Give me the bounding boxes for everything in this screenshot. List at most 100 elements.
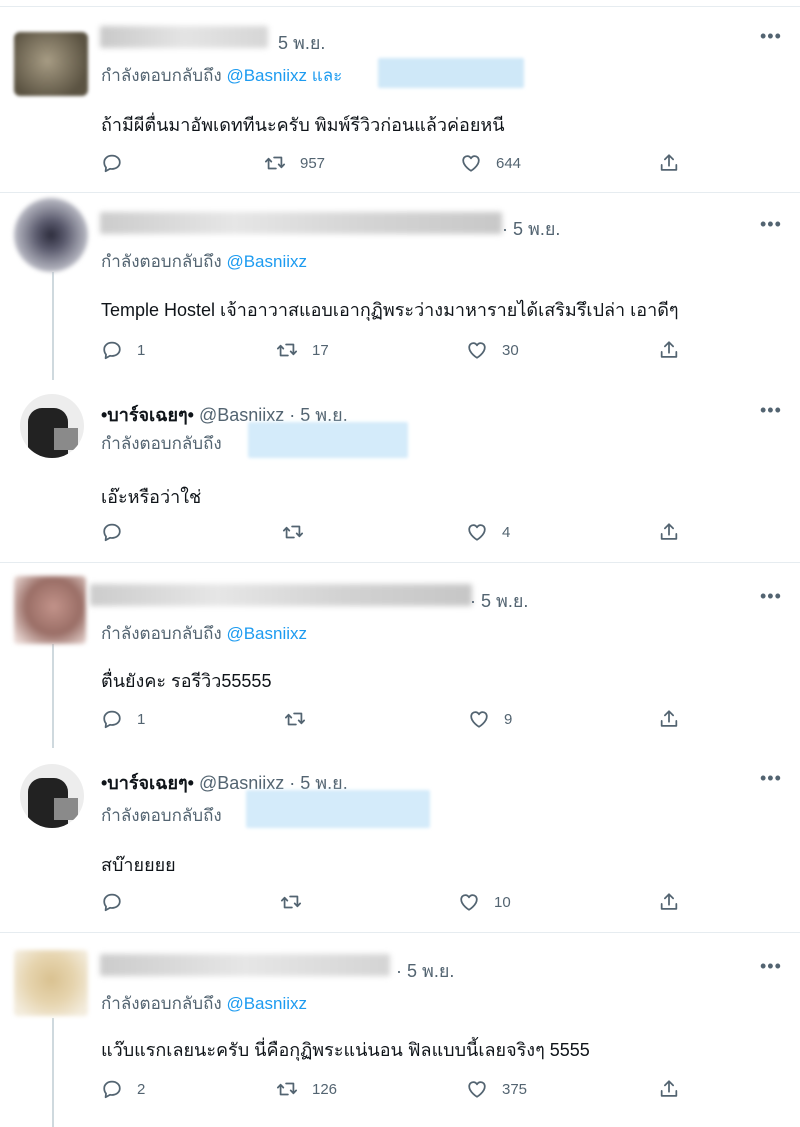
share-button[interactable] [658,150,680,176]
reply-icon [101,1078,123,1100]
reply-button[interactable] [101,519,137,545]
more-icon[interactable]: ••• [760,768,782,789]
tweet[interactable]: 5 พ.ย. ••• กำลังตอบกลับถึง @Basniixz และ… [0,0,800,192]
replying-to: กำลังตอบกลับถึง @Basniixz และ [101,66,343,85]
more-icon[interactable]: ••• [760,214,782,235]
mention-link[interactable]: @Basniixz [226,252,307,271]
share-button[interactable] [658,706,680,732]
like-count: 10 [494,893,511,911]
blurred-mention [378,58,524,88]
tweet[interactable]: · 5 พ.ย. ••• กำลังตอบกลับถึง @Basniixz T… [0,192,800,378]
avatar[interactable] [14,32,88,96]
like-icon [468,708,490,730]
retweet-icon [280,891,302,913]
tweet-text: ถ้ามีผีตื่นมาอัพเดททีนะครับ พิมพ์รีวิวก่… [101,115,505,135]
blurred-mention [248,422,408,458]
share-icon [658,152,680,174]
like-icon [460,152,482,174]
replying-to: กำลังตอบกลับถึง [101,806,222,825]
more-icon[interactable]: ••• [760,26,782,47]
like-count: 644 [496,154,522,172]
reply-icon [101,891,123,913]
retweet-count: 126 [312,1080,338,1098]
reply-icon [101,152,123,174]
retweet-button[interactable] [282,519,318,545]
blurred-username [100,26,268,48]
share-button[interactable] [658,519,680,545]
tweet-text: Temple Hostel เจ้าอาวาสแอบเอากุฏิพระว่าง… [101,300,679,320]
tweet-text: แว๊บแรกเลยนะครับ นี่คือกุฏิพระแน่นอน ฟิล… [101,1040,590,1060]
share-icon [658,891,680,913]
avatar-detail [54,428,78,450]
blurred-username [90,584,472,606]
like-button[interactable]: 10 [458,889,511,915]
share-icon [658,339,680,361]
tweet-timestamp[interactable]: · 5 พ.ย. [502,214,560,243]
like-button[interactable]: 644 [460,150,521,176]
like-icon [466,521,488,543]
tweet-timestamp[interactable]: · 5 พ.ย. [470,586,528,615]
tweet-text: สบ๊ายยยย [101,855,176,875]
like-icon [466,1078,488,1100]
reply-button[interactable]: 1 [101,706,145,732]
replying-to: กำลังตอบกลับถึง @Basniixz [101,624,307,643]
like-button[interactable]: 30 [466,337,519,363]
reply-button[interactable]: 1 [101,337,145,363]
avatar[interactable] [20,394,84,458]
retweet-button[interactable]: 126 [276,1076,337,1102]
avatar[interactable] [14,576,86,644]
tweet-text: ตื่นยังคะ รอรีวิว55555 [101,671,272,691]
like-button[interactable]: 9 [468,706,512,732]
like-count: 9 [504,710,513,728]
tweet[interactable]: · 5 พ.ย. ••• กำลังตอบกลับถึง @Basniixz แ… [0,932,800,1127]
reply-button[interactable]: 2 [101,1076,145,1102]
reply-icon [101,521,123,543]
reply-icon [101,339,123,361]
like-icon [466,339,488,361]
like-count: 30 [502,341,519,359]
more-icon[interactable]: ••• [760,956,782,977]
mention-link[interactable]: @Basniixz [226,66,307,85]
share-icon [658,521,680,543]
retweet-count: 17 [312,341,329,359]
more-icon[interactable]: ••• [760,586,782,607]
replying-to: กำลังตอบกลับถึง @Basniixz [101,252,307,271]
like-button[interactable]: 375 [466,1076,527,1102]
avatar-detail [54,798,78,820]
avatar[interactable] [14,198,88,272]
tweet-text: เอ๊ะหรือว่าใช่ [101,487,202,507]
retweet-icon [276,339,298,361]
more-icon[interactable]: ••• [760,400,782,421]
like-button[interactable]: 4 [466,519,510,545]
tweet-timestamp[interactable]: · 5 พ.ย. [396,956,454,985]
tweet[interactable]: •บาร์จเฉยๆ• @Basniixz · 5 พ.ย. ••• กำลัง… [0,378,800,562]
like-icon [458,891,480,913]
reply-button[interactable] [101,150,137,176]
retweet-button[interactable]: 17 [276,337,329,363]
avatar[interactable] [14,950,88,1016]
retweet-icon [264,152,286,174]
retweet-icon [282,521,304,543]
tweet-timestamp[interactable]: 5 พ.ย. [278,28,325,57]
share-button[interactable] [658,337,680,363]
tweet[interactable]: · 5 พ.ย. ••• กำลังตอบกลับถึง @Basniixz ต… [0,562,800,748]
mention-link[interactable]: @Basniixz [226,624,307,643]
retweet-button[interactable]: 957 [264,150,325,176]
share-button[interactable] [658,889,680,915]
mention-link[interactable]: @Basniixz [226,994,307,1013]
retweet-icon [284,708,306,730]
share-icon [658,708,680,730]
retweet-button[interactable] [284,706,320,732]
reply-button[interactable] [101,889,137,915]
reply-icon [101,708,123,730]
retweet-button[interactable] [280,889,316,915]
share-button[interactable] [658,1076,680,1102]
replying-to: กำลังตอบกลับถึง @Basniixz [101,994,307,1013]
mention-connector: และ [311,66,343,85]
replying-to: กำลังตอบกลับถึง [101,434,222,453]
tweet[interactable]: •บาร์จเฉยๆ• @Basniixz · 5 พ.ย. ••• กำลัง… [0,748,800,932]
like-count: 4 [502,523,511,541]
share-icon [658,1078,680,1100]
reply-count: 1 [137,341,146,359]
avatar[interactable] [20,764,84,828]
